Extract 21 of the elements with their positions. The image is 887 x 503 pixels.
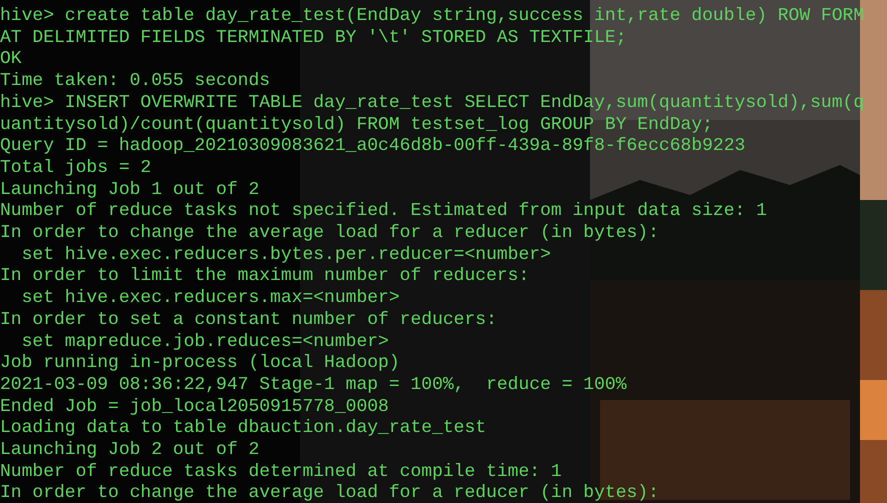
terminal-line: Ended Job = job_local2050915778_0008	[0, 396, 390, 418]
terminal-line: Loading data to table dbauction.day_rate_test	[0, 418, 488, 440]
terminal-line: Number of reduce tasks not specified. Estimated from input data size: 1	[0, 201, 768, 224]
terminal-line: In order to change the average load for a reducer (in bytes):	[0, 483, 660, 503]
terminal-line: 2021-03-09 08:36:22,947 Stage-1 map = 100%, reduce = 100%	[0, 374, 628, 397]
terminal-line: set mapreduce.job.reduces=<number>	[20, 332, 390, 354]
terminal-line: In order to set a constant number of reducers:	[0, 310, 498, 332]
terminal-line: Number of reduce tasks determined at compile time: 1	[0, 462, 563, 484]
terminal-line: Launching Job 2 out of 2	[0, 440, 260, 462]
terminal-line: Job running in-process (local Hadoop)	[0, 353, 401, 375]
terminal-line: Total jobs = 2	[0, 158, 152, 180]
terminal-line: In order to change the average load for a reducer (in bytes):	[0, 223, 660, 245]
terminal-line: uantitysold)/count(quantitysold) FROM testset_log GROUP BY EndDay;	[0, 114, 714, 136]
terminal-line: Time taken: 0.055 seconds	[0, 71, 272, 93]
terminal-line: Launching Job 1 out of 2	[0, 180, 260, 202]
terminal-line: Query ID = hadoop_20210309083621_a0c46d8b-00ff-439a-89f8-f6ecc68b9223	[0, 136, 746, 158]
terminal-line: set hive.exec.reducers.bytes.per.reducer=<number>	[20, 244, 552, 266]
terminal-line: OK	[0, 49, 23, 72]
terminal-line: In order to limit the maximum number of reducers:	[0, 266, 530, 288]
terminal-line: AT DELIMITED FIELDS TERMINATED BY '\t' STORED AS TEXTFILE;	[0, 28, 628, 50]
terminal-line: set hive.exec.reducers.max=<number>	[20, 288, 401, 310]
